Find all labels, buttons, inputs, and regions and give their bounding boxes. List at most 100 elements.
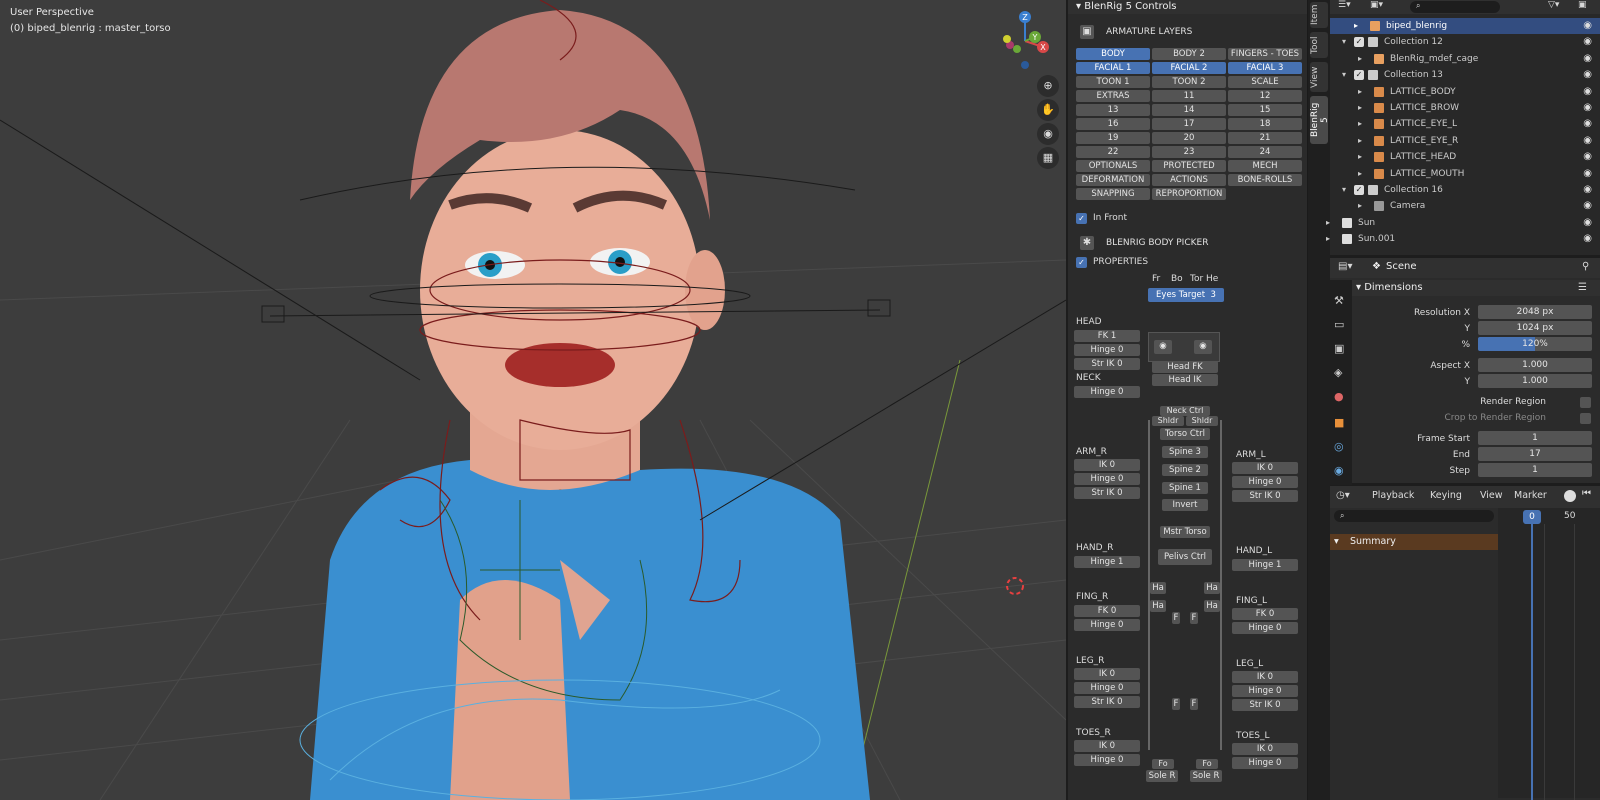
outliner-row[interactable]: ▸ LATTICE_EYE_L ◉ [1330, 116, 1600, 132]
hand-l-picker-2[interactable]: Ha [1204, 600, 1220, 612]
timeline-editor-icon[interactable]: ◷▾ [1336, 490, 1350, 501]
leg-r-hinge-button[interactable]: Hinge 0 [1074, 682, 1140, 694]
pin-icon[interactable]: ⚲ [1582, 261, 1589, 272]
toggle-fr[interactable]: Fr [1152, 274, 1160, 284]
neck-ctrl-picker[interactable]: Neck Ctrl [1160, 406, 1210, 416]
visibility-eye-icon[interactable]: ◉ [1583, 166, 1592, 182]
menu-keying[interactable]: Keying [1430, 490, 1462, 501]
leg-r-strik-button[interactable]: Str IK 0 [1074, 696, 1140, 708]
visibility-eye-icon[interactable]: ◉ [1583, 182, 1592, 198]
timeline-area[interactable] [1498, 508, 1600, 798]
fing-l-fk-button[interactable]: FK 0 [1232, 608, 1298, 620]
outliner-row[interactable]: ▸ Sun ◉ [1326, 215, 1600, 231]
layer-button[interactable]: PROTECTED [1152, 160, 1226, 172]
leg-l-ik-button[interactable]: IK 0 [1232, 671, 1298, 683]
collection-checkbox[interactable]: ✓ [1354, 70, 1364, 81]
arm-r-hinge-button[interactable]: Hinge 0 [1074, 473, 1140, 485]
object-tab-icon[interactable]: ■ [1334, 416, 1344, 429]
menu-marker[interactable]: Marker [1514, 490, 1547, 501]
layer-button[interactable]: 11 [1152, 90, 1226, 102]
leg-l-hinge-button[interactable]: Hinge 0 [1232, 685, 1298, 697]
fing-r-fk-button[interactable]: FK 0 [1074, 605, 1140, 617]
expand-arrow-icon[interactable]: ▸ [1358, 116, 1362, 132]
expand-arrow-icon[interactable]: ▸ [1358, 51, 1362, 67]
layer-button[interactable]: 24 [1228, 146, 1302, 158]
foot-l-picker[interactable]: Fo [1196, 759, 1218, 769]
aspect-y-field[interactable]: 1.000 [1478, 374, 1592, 388]
pelvis-ctrl-picker[interactable]: Pelivs Ctrl [1158, 549, 1212, 565]
scene-tab-icon[interactable]: ● [1334, 390, 1344, 403]
visibility-eye-icon[interactable]: ◉ [1583, 149, 1592, 165]
constraints-tab-icon[interactable]: ◎ [1334, 440, 1344, 453]
resolution-y-field[interactable]: 1024 px [1478, 321, 1592, 335]
expand-arrow-icon[interactable]: ▸ [1358, 198, 1362, 214]
expand-arrow-icon[interactable]: ▸ [1354, 18, 1358, 34]
expand-arrow-icon[interactable]: ▾ [1342, 67, 1346, 83]
toggle-bo[interactable]: Bo [1171, 274, 1183, 284]
menu-playback[interactable]: Playback [1372, 490, 1414, 501]
layer-button[interactable]: SNAPPING [1076, 188, 1150, 200]
layer-button[interactable]: FACIAL 1 [1076, 62, 1150, 74]
neck-hinge-button[interactable]: Hinge 0 [1074, 386, 1140, 398]
outliner-row[interactable]: ▾ ✓ Collection 12 ◉ [1330, 34, 1600, 50]
layer-button[interactable]: TOON 2 [1152, 76, 1226, 88]
torso-ctrl-picker[interactable]: Torso Ctrl [1160, 428, 1210, 440]
presets-icon[interactable]: ☰ [1578, 282, 1587, 293]
outliner-mode-icon[interactable]: ☰▾ [1338, 0, 1351, 10]
head-fk-picker[interactable]: Head FK [1152, 361, 1218, 373]
layer-button[interactable]: BONE-ROLLS [1228, 174, 1302, 186]
sole-r-picker[interactable]: Sole R [1146, 770, 1178, 782]
visibility-eye-icon[interactable]: ◉ [1583, 51, 1592, 67]
physics-tab-icon[interactable]: ◉ [1334, 464, 1344, 477]
tool-tab-icon[interactable]: ⚒ [1334, 294, 1344, 307]
expand-arrow-icon[interactable]: ▸ [1358, 133, 1362, 149]
crop-region-checkbox[interactable] [1580, 413, 1591, 424]
sole-l-picker[interactable]: Sole R [1190, 770, 1222, 782]
visibility-eye-icon[interactable]: ◉ [1583, 18, 1592, 34]
hand-r-picker[interactable]: Ha [1150, 582, 1166, 594]
collection-checkbox[interactable]: ✓ [1354, 185, 1364, 195]
layer-button[interactable]: 22 [1076, 146, 1150, 158]
outliner-row[interactable]: ▸ BlenRig_mdef_cage ◉ [1330, 51, 1600, 67]
frame-end-field[interactable]: 17 [1478, 447, 1592, 461]
camera-icon[interactable]: ◉ [1037, 123, 1059, 145]
layer-button[interactable]: 13 [1076, 104, 1150, 116]
visibility-eye-icon[interactable]: ◉ [1583, 116, 1592, 132]
layer-button[interactable]: FACIAL 2 [1152, 62, 1226, 74]
arm-r-ik-button[interactable]: IK 0 [1074, 459, 1140, 471]
invert-picker[interactable]: Invert [1162, 499, 1208, 511]
layer-button[interactable]: 19 [1076, 132, 1150, 144]
tab-blenrig5[interactable]: BlenRig 5 [1310, 96, 1330, 144]
layer-button[interactable]: REPROPORTION [1152, 188, 1226, 200]
arm-l-strik-button[interactable]: Str IK 0 [1232, 490, 1298, 502]
expand-arrow-icon[interactable]: ▸ [1358, 84, 1362, 100]
visibility-eye-icon[interactable]: ◉ [1583, 34, 1592, 50]
outliner-row[interactable]: ▸ LATTICE_EYE_R ◉ [1330, 133, 1600, 149]
visibility-eye-icon[interactable]: ◉ [1583, 133, 1592, 149]
resolution-x-field[interactable]: 2048 px [1478, 305, 1592, 319]
expand-arrow-icon[interactable]: ▸ [1358, 166, 1362, 182]
toes-r-hinge-button[interactable]: Hinge 0 [1074, 754, 1140, 766]
arm-l-ik-button[interactable]: IK 0 [1232, 462, 1298, 474]
eye-right-icon[interactable]: ◉ [1154, 340, 1172, 354]
head-hinge-button[interactable]: Hinge 0 [1074, 344, 1140, 356]
visibility-eye-icon[interactable]: ◉ [1583, 100, 1592, 116]
playback-icon[interactable]: ⏮ [1582, 488, 1591, 499]
frame-step-field[interactable]: 1 [1478, 463, 1592, 477]
eye-left-icon[interactable]: ◉ [1194, 340, 1212, 354]
layer-button[interactable]: OPTIONALS [1076, 160, 1150, 172]
layer-button[interactable]: 15 [1228, 104, 1302, 116]
hand-r-hinge-button[interactable]: Hinge 1 [1074, 556, 1140, 568]
grid-icon[interactable]: ▦ [1037, 147, 1059, 169]
outliner-row[interactable]: ▸ Sun.001 ◉ [1326, 231, 1600, 247]
foot-r-picker[interactable]: Fo [1152, 759, 1174, 769]
spine-3-picker[interactable]: Spine 3 [1162, 446, 1208, 458]
dimensions-panel-header[interactable]: ▾ Dimensions ☰ [1352, 280, 1600, 296]
summary-row[interactable]: ▾ Summary [1330, 534, 1498, 550]
eyes-target-button[interactable]: Eyes Target 3 [1148, 288, 1224, 302]
shldr-right-picker[interactable]: Shldr [1152, 416, 1184, 426]
hand-r-picker-2[interactable]: Ha [1150, 600, 1166, 612]
hand-l-picker[interactable]: Ha [1204, 582, 1220, 594]
layer-button[interactable]: 18 [1228, 118, 1302, 130]
mstr-torso-picker[interactable]: Mstr Torso [1160, 526, 1210, 538]
